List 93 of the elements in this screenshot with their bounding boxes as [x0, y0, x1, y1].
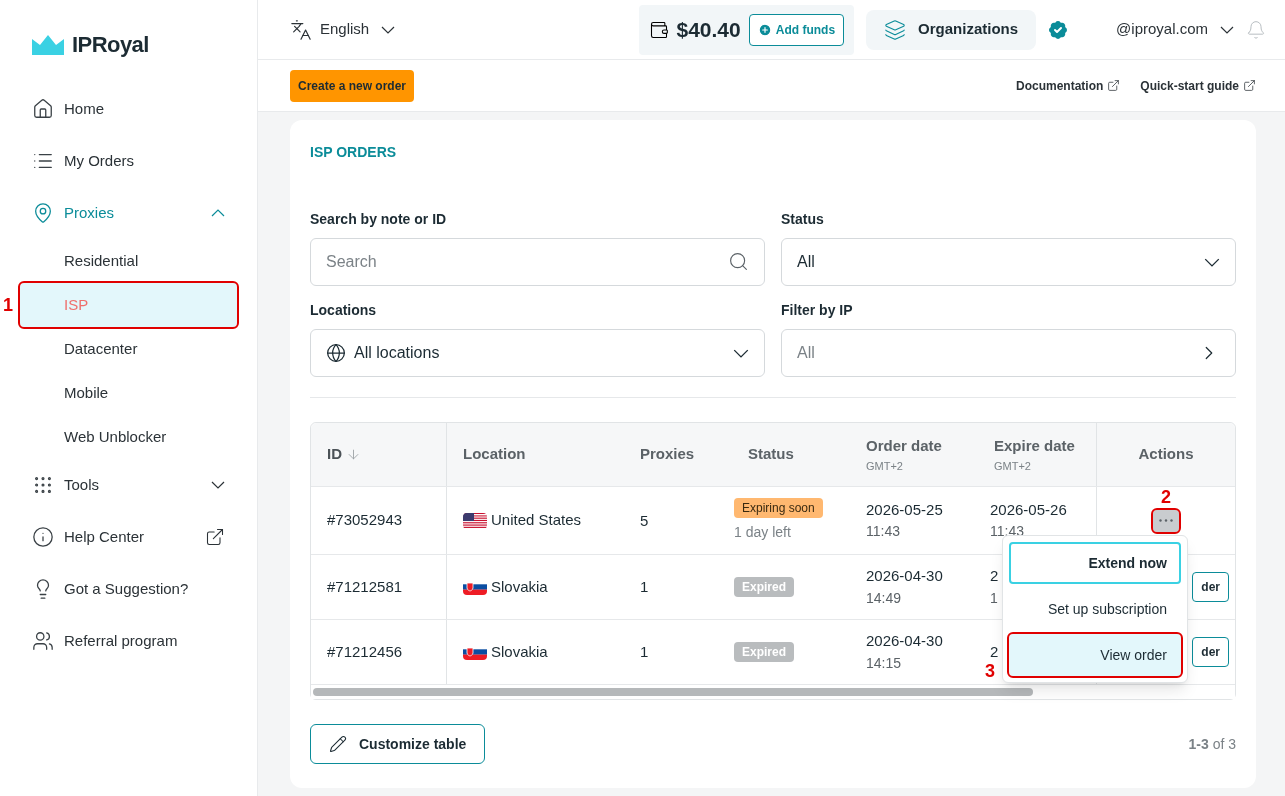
account-menu[interactable]: @iproyal.com	[1116, 18, 1234, 41]
external-link-icon	[205, 527, 225, 547]
balance-amount: $40.40	[676, 16, 741, 43]
location-text: United States	[491, 510, 582, 531]
ellipsis-icon	[1159, 519, 1173, 522]
column-header[interactable]: ID	[327, 443, 342, 466]
sidebar-item[interactable]: Tools	[20, 459, 237, 511]
order-id: #73052943	[327, 510, 403, 531]
organizations-button[interactable]: Organizations	[866, 9, 1037, 50]
pencil-icon	[329, 735, 347, 753]
location-text: Slovakia	[491, 576, 548, 597]
sidebar-item[interactable]: Help Center	[20, 511, 237, 563]
order-time: 14:49	[866, 588, 903, 608]
sidebar-item[interactable]: My Orders	[20, 135, 237, 187]
sidebar-item[interactable]: Referral program	[20, 615, 237, 667]
proxies-count: 1	[640, 643, 649, 660]
callout-number: 2	[1161, 487, 1171, 506]
doc-link[interactable]: Quick-start guide	[1140, 76, 1256, 95]
status-badge: Expiring soon	[734, 498, 823, 518]
chevron-down-icon	[381, 25, 396, 34]
order-time: 14:15	[866, 653, 903, 673]
proxies-count: 5	[640, 511, 649, 529]
home-icon	[32, 98, 54, 120]
search-icon	[728, 251, 749, 272]
column-header[interactable]: Actions	[1138, 443, 1194, 466]
callout-number: 3	[985, 662, 995, 680]
info-icon	[32, 526, 54, 548]
sidebar-subitem[interactable]: Datacenter	[20, 327, 237, 371]
order-id: #71212456	[327, 641, 403, 662]
sidebar-item[interactable]: Proxies	[20, 187, 237, 239]
order-time: 11:43	[866, 522, 901, 542]
column-header[interactable]: Status	[748, 443, 794, 466]
menu-item[interactable]: Extend now	[1009, 542, 1181, 584]
translate-icon	[290, 18, 312, 41]
proxies-count: 1	[640, 578, 649, 595]
card-title: ISP ORDERS	[310, 143, 398, 162]
pagination-text: 1-3 of 3	[1188, 734, 1236, 754]
plus-circle-icon	[757, 22, 772, 37]
location-text: Slovakia	[491, 641, 548, 662]
chevron-down-icon	[1220, 25, 1234, 34]
language-selector[interactable]: English	[290, 18, 396, 41]
order-id: #71212581	[327, 576, 403, 597]
status-badge: Expired	[734, 642, 794, 662]
create-order-button[interactable]: Create a new order	[290, 69, 415, 102]
filter-label: Search by note or ID	[310, 210, 448, 229]
column-sublabel: GMT+2	[866, 458, 904, 474]
doc-link[interactable]: Documentation	[1015, 76, 1121, 95]
map-pin-icon	[32, 202, 54, 224]
column-header[interactable]: Expire date	[994, 435, 1075, 458]
expire-date: 2	[990, 641, 1000, 662]
external-link-icon	[1243, 79, 1256, 92]
column-header[interactable]: Order date	[866, 435, 942, 458]
chevron-down-icon	[733, 348, 749, 358]
expire-date: 2	[990, 566, 1000, 587]
wallet-icon	[648, 19, 669, 40]
sidebar-subitem[interactable]: Mobile	[20, 371, 237, 415]
search-field[interactable]: Search	[310, 238, 765, 286]
users-icon	[32, 630, 54, 652]
filter-label: Locations	[310, 301, 378, 320]
sidebar-item[interactable]: Got a Suggestion?	[20, 563, 237, 615]
view-order-button[interactable]: der	[1192, 572, 1229, 602]
customize-table-button[interactable]: Customize table	[310, 724, 486, 764]
bell-icon[interactable]	[1246, 19, 1266, 40]
external-link-icon	[1107, 79, 1121, 92]
sidebar-item[interactable]: Home	[20, 83, 237, 135]
ip-filter-field[interactable]: All	[781, 329, 1236, 377]
globe-icon	[326, 343, 346, 363]
filter-label: Filter by IP	[781, 301, 854, 320]
chevron-down-icon	[1204, 257, 1220, 267]
filter-label: Status	[781, 210, 825, 229]
column-sublabel: GMT+2	[994, 458, 1032, 474]
horizontal-scrollbar[interactable]	[313, 688, 1033, 696]
sidebar-subitem[interactable]: Web Unblocker	[20, 415, 237, 459]
order-date: 2026-04-30	[866, 631, 944, 652]
order-date: 2026-05-25	[866, 499, 944, 520]
locations-select[interactable]: All locations	[310, 329, 765, 377]
grid-dots-icon	[32, 474, 54, 496]
column-header[interactable]: Proxies	[640, 443, 695, 466]
status-select[interactable]: All	[781, 238, 1236, 286]
status-badge: Expired	[734, 577, 794, 597]
status-note: 1 day left	[734, 523, 791, 542]
expire-date: 2026-05-26	[990, 499, 1068, 520]
view-order-button[interactable]: der	[1192, 637, 1229, 667]
menu-item[interactable]: View order	[1009, 634, 1181, 676]
logo-text: IPRoyal	[72, 31, 149, 59]
crown-logo-icon	[32, 34, 64, 55]
more-options-button[interactable]	[1153, 509, 1179, 532]
layers-icon	[884, 18, 907, 41]
sidebar-subitem[interactable]: Residential	[20, 239, 237, 283]
column-header[interactable]: Location	[463, 443, 526, 466]
add-funds-button[interactable]: Add funds	[748, 13, 845, 46]
callout-number: 1	[3, 296, 13, 314]
order-date: 2026-04-30	[866, 566, 944, 587]
